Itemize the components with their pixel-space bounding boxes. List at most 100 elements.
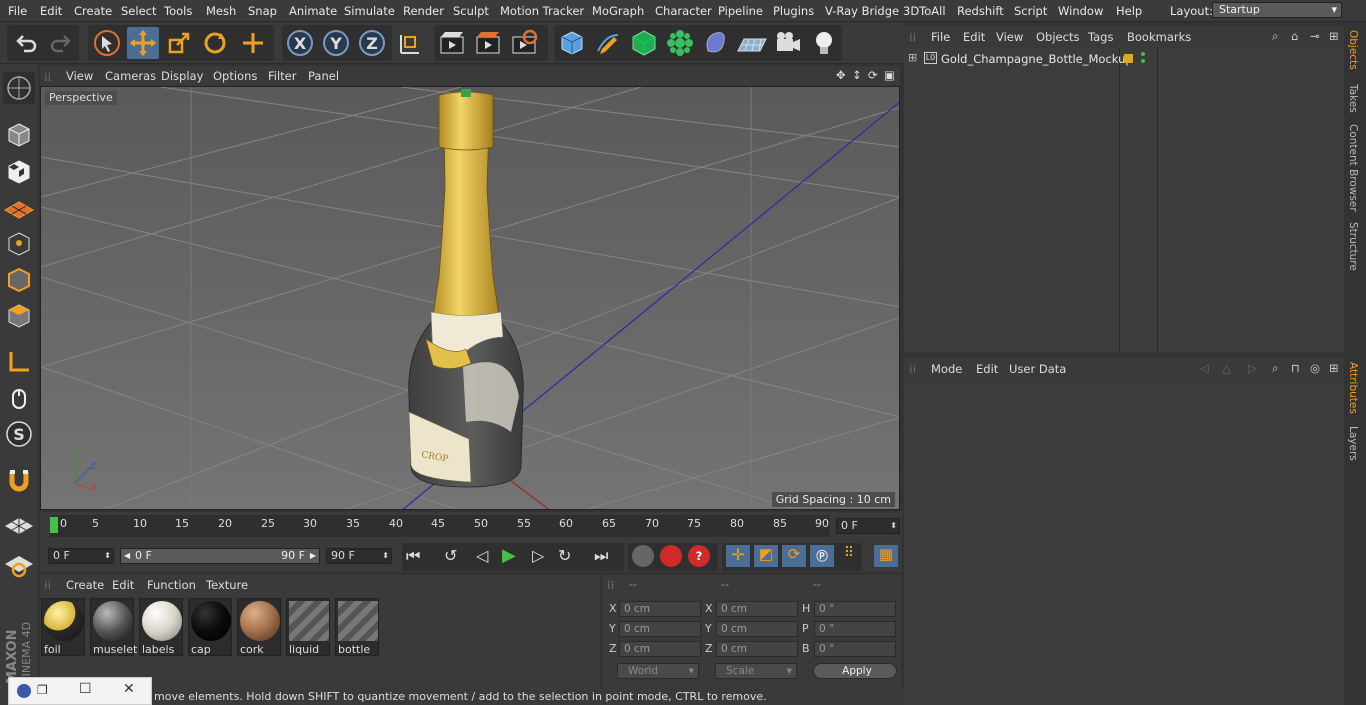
cube-icon[interactable] (556, 27, 588, 59)
attribute-menu-mode[interactable]: Mode (931, 362, 962, 376)
menu-mesh[interactable]: Mesh (206, 4, 236, 18)
render-view-icon[interactable] (436, 27, 468, 59)
material-swatch-labels[interactable]: labels (139, 598, 183, 656)
menu-simulate[interactable]: Simulate (344, 4, 395, 18)
coordinate-system-icon[interactable] (393, 27, 425, 59)
key-parameter-icon[interactable]: Ⓟ (810, 545, 834, 567)
rotation-h-field[interactable]: 0 ° (814, 601, 896, 617)
current-frame-input[interactable]: 0 F ⬍ (836, 518, 900, 534)
viewport-menu-options[interactable]: Options (213, 69, 257, 83)
scale-icon[interactable] (163, 27, 195, 59)
search-icon[interactable]: ⌕ (1272, 29, 1278, 44)
prev-key-icon[interactable]: ↺ (444, 546, 457, 565)
edges-mode-icon[interactable] (3, 264, 35, 296)
restore-icon[interactable]: ❐ (37, 683, 48, 697)
lock-icon[interactable]: ⊓ (1291, 361, 1300, 375)
cloner-icon[interactable] (664, 27, 696, 59)
points-mode-icon[interactable] (3, 228, 35, 260)
object-menu-objects[interactable]: Objects (1036, 30, 1079, 44)
tab-content-browser[interactable]: Content Browser (1347, 124, 1359, 212)
redo-icon[interactable] (45, 27, 77, 59)
viewport-menu-panel[interactable]: Panel (308, 69, 339, 83)
deformer-icon[interactable] (700, 27, 732, 59)
key-rotation-icon[interactable]: ⟳ (782, 545, 806, 567)
position-z-field[interactable]: 0 cm (619, 641, 701, 657)
workplane-lock-icon[interactable] (3, 510, 35, 542)
menu-plugins[interactable]: Plugins (773, 4, 814, 18)
size-x-field[interactable]: 0 cm (716, 601, 798, 617)
material-swatch-cap[interactable]: cap (188, 598, 232, 656)
menu-sculpt[interactable]: Sculpt (453, 4, 489, 18)
timeline-ruler[interactable]: 0 5 10 15 20 25 30 35 40 45 50 55 60 65 … (50, 515, 830, 537)
menu-mograph[interactable]: MoGraph (592, 4, 644, 18)
new-window-icon[interactable]: ⊞ (1329, 29, 1339, 43)
settings-icon[interactable]: ◎ (1310, 361, 1320, 375)
viewport-menu-display[interactable]: Display (161, 69, 203, 83)
menu-vray-bridge[interactable]: V-Ray Bridge (825, 4, 899, 18)
viewport-menu-view[interactable]: View (66, 69, 93, 83)
record-keys-icon[interactable] (632, 545, 654, 567)
menu-render[interactable]: Render (403, 4, 444, 18)
menu-pipeline[interactable]: Pipeline (718, 4, 763, 18)
go-to-end-icon[interactable]: ⏭ (594, 546, 608, 566)
new-window-icon[interactable]: ⊞ (1329, 361, 1339, 375)
timeline-window-icon[interactable]: ▦ (874, 545, 898, 567)
render-visibility-dot[interactable] (1141, 59, 1145, 63)
rotate-icon[interactable] (199, 27, 231, 59)
position-x-field[interactable]: 0 cm (619, 601, 701, 617)
menu-tools[interactable]: Tools (164, 4, 192, 18)
material-swatch-cork[interactable]: cork (237, 598, 281, 656)
viewport-menu-filter[interactable]: Filter (268, 69, 296, 83)
floor-icon[interactable] (736, 27, 768, 59)
undo-icon[interactable] (10, 27, 42, 59)
light-icon[interactable] (808, 27, 840, 59)
menu-character[interactable]: Character (655, 4, 712, 18)
tab-objects[interactable]: Objects (1347, 30, 1359, 70)
menu-create[interactable]: Create (74, 4, 112, 18)
viewport-perspective[interactable]: CROP Y Z X Perspective Grid Spacing : 10… (40, 86, 900, 510)
menu-motion-tracker[interactable]: Motion Tracker (500, 4, 584, 18)
material-swatch-muselet[interactable]: muselet (90, 598, 137, 656)
up-arrow-icon[interactable]: △ (1222, 361, 1231, 375)
camera-icon[interactable] (772, 27, 804, 59)
link-icon[interactable]: ⊸ (1310, 29, 1320, 43)
make-editable-icon[interactable] (3, 72, 35, 104)
end-frame-input[interactable]: 90 F ⬍ (326, 548, 392, 564)
key-scale-icon[interactable]: ◩ (754, 545, 778, 567)
x-axis-icon[interactable]: X (284, 27, 316, 59)
viewport-rotate-icon[interactable]: ⟳ (868, 68, 878, 82)
live-selection-icon[interactable] (91, 27, 123, 59)
forward-arrow-icon[interactable]: ▷ (1248, 361, 1257, 375)
attribute-menu-user-data[interactable]: User Data (1009, 362, 1066, 376)
workplane-snap-icon[interactable] (3, 548, 35, 580)
back-arrow-icon[interactable]: ◁ (1200, 361, 1209, 375)
material-menu-function[interactable]: Function (147, 578, 196, 592)
playhead[interactable] (50, 517, 58, 533)
model-mode-icon[interactable] (3, 119, 35, 151)
tweak-mode-icon[interactable] (3, 382, 35, 414)
move-icon[interactable] (127, 27, 159, 59)
expand-icon[interactable]: ⊞ (908, 51, 917, 64)
subdivision-icon[interactable] (628, 27, 660, 59)
pen-icon[interactable] (592, 27, 624, 59)
close-icon[interactable]: ✕ (123, 681, 135, 697)
play-icon[interactable]: ▶ (502, 545, 516, 566)
render-settings-icon[interactable] (508, 27, 540, 59)
tab-layers[interactable]: Layers (1347, 426, 1359, 461)
tab-attributes[interactable]: Attributes (1347, 362, 1359, 414)
rotation-p-field[interactable]: 0 ° (814, 621, 896, 637)
menu-help[interactable]: Help (1116, 4, 1142, 18)
y-axis-icon[interactable]: Y (320, 27, 352, 59)
editor-visibility-dot[interactable] (1141, 52, 1145, 56)
object-menu-tags[interactable]: Tags (1088, 30, 1113, 44)
object-menu-bookmarks[interactable]: Bookmarks (1127, 30, 1191, 44)
render-picture-viewer-icon[interactable] (472, 27, 504, 59)
frame-range-slider[interactable]: ◀ 0 F 90 F ▶ (120, 548, 320, 564)
key-pla-icon[interactable]: ⠿ (838, 545, 860, 567)
attribute-menu-edit[interactable]: Edit (976, 362, 998, 376)
cinema4d-app-icon[interactable] (17, 684, 31, 698)
material-menu-edit[interactable]: Edit (112, 578, 134, 592)
start-frame-input[interactable]: 0 F ⬍ (48, 548, 114, 564)
menu-animate[interactable]: Animate (289, 4, 337, 18)
auto-key-icon[interactable] (660, 545, 682, 567)
